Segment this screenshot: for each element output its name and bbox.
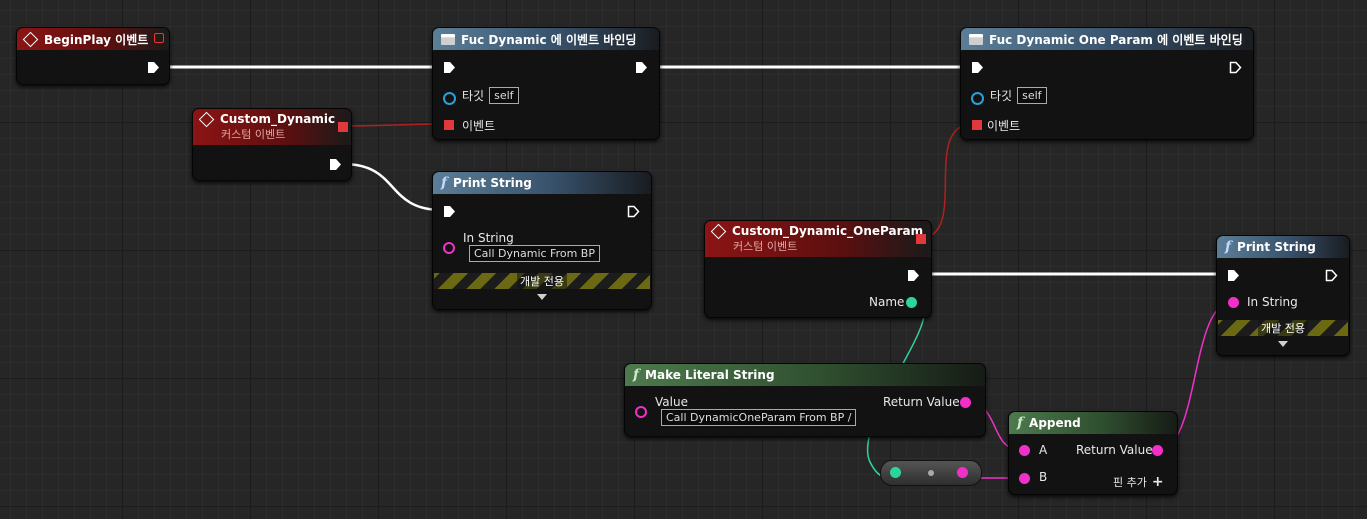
event-input-pin[interactable] [972, 120, 982, 130]
target-input-pin[interactable] [443, 92, 456, 105]
target-row: 타깃 self [990, 87, 1047, 104]
name-output-pin[interactable] [906, 297, 917, 308]
pure-function-header[interactable]: f Make Literal String [625, 364, 985, 386]
bind-event-fuc-dynamic-node[interactable]: Fuc Dynamic 에 이벤트 바인딩 타깃 self 이벤트 [432, 27, 660, 140]
value-field[interactable]: Call DynamicOneParam From BP / [661, 409, 857, 426]
function-node-header[interactable]: f Print String [1217, 236, 1349, 258]
wire-exec-customdynamic-print [342, 162, 443, 212]
exec-input-pin[interactable] [443, 61, 456, 74]
delegate-output-pin[interactable] [916, 234, 926, 244]
node-subtitle: 커스텀 이벤트 [221, 128, 286, 141]
return-value-output-pin[interactable] [960, 397, 971, 408]
in-string-input-pin[interactable] [1228, 297, 1239, 308]
custom-dynamic-header[interactable]: Custom_Dynamic 커스텀 이벤트 [193, 109, 351, 145]
append-node[interactable]: f Append A Return Value B 핀 추가 + [1008, 411, 1178, 495]
value-label: Value [655, 395, 688, 409]
beginplay-event-node[interactable]: BeginPlay 이벤트 [16, 27, 170, 85]
event-row: 이벤트 [987, 117, 1020, 134]
target-value-field[interactable]: self [1017, 87, 1047, 104]
value-input-pin[interactable] [635, 406, 647, 418]
bind-node-header[interactable]: Fuc Dynamic 에 이벤트 바인딩 [433, 28, 659, 50]
exec-input-pin[interactable] [971, 61, 984, 74]
expand-chevron-icon[interactable] [537, 294, 547, 300]
event-icon [22, 31, 39, 47]
event-input-pin[interactable] [444, 120, 454, 130]
a-input-pin[interactable] [1019, 445, 1030, 456]
target-label: 타깃 [990, 89, 1013, 103]
name-output-label: Name [869, 295, 905, 309]
function-icon: f [1225, 239, 1232, 255]
event-label: 이벤트 [462, 119, 496, 133]
custom-dynamic-one-param-event-node[interactable]: Custom_Dynamic_OneParam 커스텀 이벤트 Name [704, 220, 932, 318]
node-title: Fuc Dynamic 에 이벤트 바인딩 [461, 32, 637, 47]
reroute-dot-icon [928, 470, 934, 476]
event-icon [198, 111, 215, 127]
delegate-output-pin[interactable] [154, 33, 164, 43]
return-value-label: Return Value [1076, 443, 1153, 457]
development-only-bar: 개발 전용 [1218, 320, 1348, 336]
add-pin-button[interactable]: 핀 추가 + [1113, 474, 1164, 490]
in-string-label: In String [1247, 295, 1298, 309]
b-input-pin[interactable] [1019, 473, 1030, 484]
a-label: A [1039, 443, 1048, 457]
exec-output-pin[interactable] [627, 205, 640, 218]
development-only-label: 개발 전용 [517, 273, 567, 289]
node-title: Custom_Dynamic [220, 112, 336, 126]
node-title: Print String [1237, 240, 1316, 254]
wire-delegate-1 [342, 123, 447, 127]
beginplay-header[interactable]: BeginPlay 이벤트 [17, 28, 169, 50]
exec-output-pin[interactable] [329, 158, 342, 171]
return-value-label: Return Value [883, 395, 960, 409]
reroute-input-pin[interactable] [890, 467, 901, 478]
development-only-label: 개발 전용 [1258, 320, 1308, 336]
target-input-pin[interactable] [971, 92, 984, 105]
exec-output-pin[interactable] [147, 61, 160, 74]
pure-function-header[interactable]: f Append [1009, 412, 1177, 434]
plus-icon: + [1151, 474, 1164, 490]
target-row: 타깃 self [462, 87, 519, 104]
b-label: B [1039, 470, 1048, 484]
return-value-output-pin[interactable] [1152, 445, 1163, 456]
node-title: Print String [453, 176, 532, 190]
add-pin-label: 핀 추가 [1113, 476, 1147, 489]
delegate-output-pin[interactable] [338, 122, 348, 132]
exec-output-pin[interactable] [635, 61, 648, 74]
in-string-label: In String [463, 231, 514, 245]
node-title: Make Literal String [645, 368, 775, 382]
reroute-output-pin[interactable] [957, 467, 968, 478]
event-icon [710, 223, 727, 239]
make-literal-string-node[interactable]: f Make Literal String Value Call Dynamic… [624, 363, 986, 437]
in-string-input-pin[interactable] [443, 242, 455, 254]
function-icon: f [441, 175, 448, 191]
print-string-node-2[interactable]: f Print String In String 개발 전용 [1216, 235, 1350, 356]
bind-event-icon [969, 33, 983, 45]
bind-node-header[interactable]: Fuc Dynamic One Param 에 이벤트 바인딩 [961, 28, 1253, 50]
node-title: Custom_Dynamic_OneParam [732, 224, 924, 238]
custom-dynamic-event-node[interactable]: Custom_Dynamic 커스텀 이벤트 [192, 108, 352, 181]
target-label: 타깃 [462, 89, 485, 103]
function-icon: f [1017, 415, 1024, 431]
node-title: Append [1029, 416, 1081, 430]
node-title: BeginPlay 이벤트 [44, 32, 149, 47]
exec-output-pin[interactable] [1229, 61, 1242, 74]
node-title: Fuc Dynamic One Param 에 이벤트 바인딩 [989, 32, 1243, 47]
expand-chevron-icon[interactable] [1278, 341, 1288, 347]
in-string-value-field[interactable]: Call Dynamic From BP [469, 245, 600, 262]
function-node-header[interactable]: f Print String [433, 172, 651, 194]
event-label: 이벤트 [987, 119, 1021, 133]
bind-event-fuc-dynamic-one-param-node[interactable]: Fuc Dynamic One Param 에 이벤트 바인딩 타깃 self … [960, 27, 1254, 140]
exec-output-pin[interactable] [1325, 269, 1338, 282]
bind-event-icon [441, 33, 455, 45]
custom-dynamic-one-param-header[interactable]: Custom_Dynamic_OneParam 커스텀 이벤트 [705, 221, 931, 257]
exec-output-pin[interactable] [907, 269, 920, 282]
event-row: 이벤트 [462, 117, 495, 134]
function-icon: f [633, 367, 640, 383]
exec-input-pin[interactable] [443, 205, 456, 218]
development-only-bar: 개발 전용 [434, 273, 650, 289]
node-subtitle: 커스텀 이벤트 [733, 240, 798, 253]
reroute-node[interactable] [880, 460, 982, 486]
target-value-field[interactable]: self [489, 87, 519, 104]
print-string-node-1[interactable]: f Print String In String Call Dynamic Fr… [432, 171, 652, 310]
exec-input-pin[interactable] [1227, 269, 1240, 282]
